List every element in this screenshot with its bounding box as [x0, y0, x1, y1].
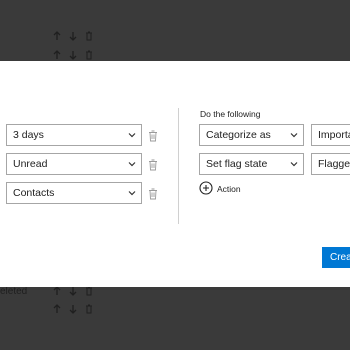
- trash-icon[interactable]: [148, 158, 158, 171]
- arrow-down-icon: [68, 286, 78, 296]
- column-divider: [178, 108, 179, 224]
- trash-icon: [84, 286, 94, 296]
- background-row-controls: [52, 31, 94, 41]
- create-button[interactable]: Crea: [322, 247, 350, 268]
- background-text: eleted: [0, 286, 28, 297]
- trash-icon: [84, 31, 94, 41]
- add-circle-icon: [199, 181, 213, 197]
- actions-heading: Do the following: [200, 109, 261, 119]
- trash-icon: [84, 304, 94, 314]
- chevron-down-icon: [127, 188, 137, 198]
- condition-select-value: Unread: [13, 158, 48, 170]
- condition-select-age[interactable]: 3 days: [6, 124, 142, 146]
- condition-select-value: Contacts: [13, 187, 55, 199]
- create-button-label: Crea: [330, 252, 350, 263]
- action-value: Flagged: [318, 158, 350, 170]
- arrow-up-icon: [52, 31, 62, 41]
- action-value-select-flag[interactable]: Flagged: [311, 153, 350, 175]
- action-value: Importa: [318, 129, 350, 141]
- chevron-down-icon: [289, 130, 299, 140]
- trash-icon: [84, 50, 94, 60]
- action-value-select-category[interactable]: Importa: [311, 124, 350, 146]
- chevron-down-icon: [289, 159, 299, 169]
- action-select-value: Categorize as: [206, 129, 271, 141]
- background-row-controls: [52, 50, 94, 60]
- arrow-up-icon: [52, 50, 62, 60]
- chevron-down-icon: [127, 130, 137, 140]
- background-row-controls: [52, 304, 94, 314]
- arrow-up-icon: [52, 286, 62, 296]
- arrow-down-icon: [68, 50, 78, 60]
- action-select-flag[interactable]: Set flag state: [199, 153, 304, 175]
- trash-icon[interactable]: [148, 129, 158, 142]
- condition-select-value: 3 days: [13, 129, 44, 141]
- add-action-button[interactable]: Action: [199, 181, 241, 197]
- background-row-controls: [52, 286, 94, 296]
- arrow-down-icon: [68, 31, 78, 41]
- add-action-label: Action: [217, 184, 241, 194]
- arrow-down-icon: [68, 304, 78, 314]
- arrow-up-icon: [52, 304, 62, 314]
- condition-select-read-state[interactable]: Unread: [6, 153, 142, 175]
- chevron-down-icon: [127, 159, 137, 169]
- screen: eleted 3 days Unread Contacts Do the fol…: [0, 0, 350, 350]
- action-select-value: Set flag state: [206, 158, 268, 170]
- condition-select-sender[interactable]: Contacts: [6, 182, 142, 204]
- action-select-categorize[interactable]: Categorize as: [199, 124, 304, 146]
- trash-icon[interactable]: [148, 187, 158, 200]
